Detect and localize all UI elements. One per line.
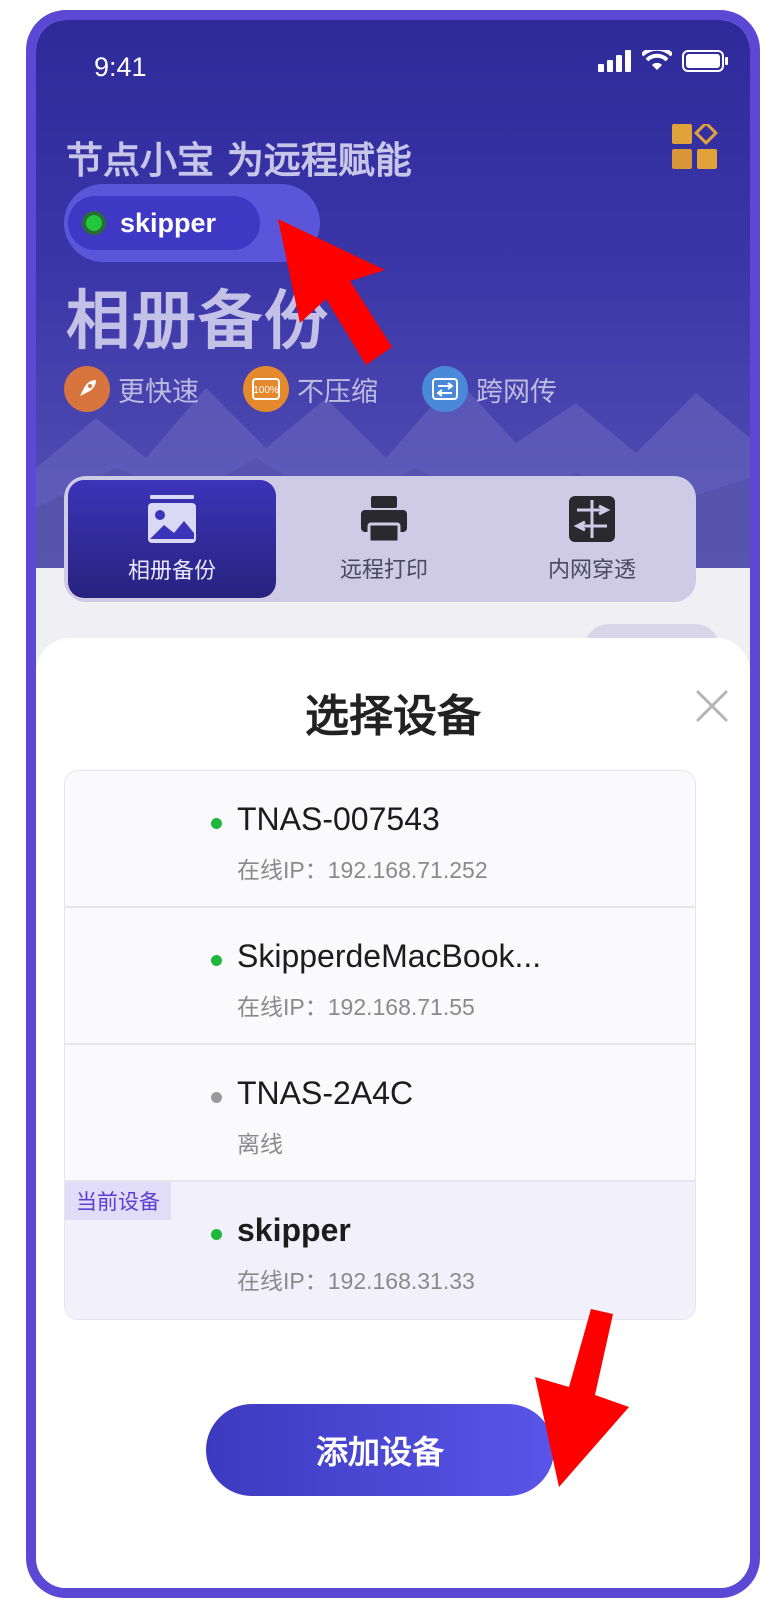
current-device-name: skipper — [120, 207, 217, 238]
online-dot-icon — [211, 1229, 222, 1240]
device-row-skipper-macbook[interactable]: SkipperdeMacBook... 在线IP：192.168.71.55 — [65, 908, 695, 1045]
online-dot-icon — [211, 955, 222, 966]
device-list: TNAS-007543 在线IP：192.168.71.252 Skipperd… — [64, 770, 696, 1320]
device-row-tnas-2a4c[interactable]: TNAS-2A4C 离线 — [65, 1045, 695, 1182]
tab-remote-print[interactable]: 远程打印 — [280, 476, 488, 602]
current-device-chip[interactable]: skipper — [68, 196, 260, 250]
status-time: 9:41 — [94, 52, 147, 82]
device-name: TNAS-2A4C — [237, 1075, 414, 1111]
feature-label: 跨网传 — [476, 376, 557, 408]
feature-cross-network: 跨网传 — [422, 366, 557, 412]
tab-label: 相册备份 — [127, 559, 216, 584]
tunnel-icon — [569, 496, 615, 542]
current-device-tag: 当前设备 — [65, 1182, 171, 1220]
tab-label: 远程打印 — [339, 558, 428, 583]
status-icons — [598, 50, 728, 72]
online-dot-icon — [211, 818, 222, 829]
signal-icon — [598, 50, 631, 72]
slogan: 节点小宝 为远程赋能 — [66, 139, 412, 182]
tab-photo-backup[interactable]: 相册备份 — [68, 480, 276, 598]
add-device-button[interactable]: 添加设备 — [206, 1404, 554, 1496]
svg-text:100%: 100% — [253, 385, 279, 396]
annotation-arrow-up — [278, 219, 392, 365]
device-row-skipper-current[interactable]: 当前设备 skipper 在线IP：192.168.31.33 — [65, 1182, 695, 1319]
device-ip: 在线IP：192.168.71.252 — [237, 857, 488, 883]
close-icon[interactable] — [692, 686, 732, 726]
online-status-icon — [82, 211, 106, 235]
feature-faster: 更快速 — [64, 366, 199, 412]
device-ip: 在线IP：192.168.71.55 — [237, 994, 475, 1020]
sheet-title: 选择设备 — [305, 691, 481, 742]
feature-label: 不压缩 — [297, 376, 378, 408]
feature-label: 更快速 — [118, 376, 199, 408]
battery-icon — [682, 50, 728, 72]
device-name: TNAS-007543 — [237, 801, 440, 837]
wifi-icon — [642, 50, 672, 70]
rocket-icon — [64, 366, 110, 412]
device-row-tnas-007543[interactable]: TNAS-007543 在线IP：192.168.71.252 — [65, 771, 695, 908]
device-ip: 在线IP：192.168.31.33 — [237, 1268, 475, 1294]
apps-grid-icon[interactable] — [672, 124, 718, 170]
device-name: skipper — [237, 1212, 351, 1248]
tab-label: 内网穿透 — [547, 558, 636, 583]
device-name: SkipperdeMacBook... — [237, 938, 542, 974]
offline-dot-icon — [211, 1092, 222, 1103]
device-status: 离线 — [237, 1131, 283, 1157]
photo-icon — [148, 495, 196, 543]
function-tabs: 相册备份 远程打印 内网穿透 — [64, 476, 696, 602]
annotation-arrow-down — [535, 1309, 629, 1487]
tab-intranet-penetration[interactable]: 内网穿透 — [488, 476, 696, 602]
printer-icon — [361, 496, 407, 544]
transfer-icon — [422, 366, 468, 412]
